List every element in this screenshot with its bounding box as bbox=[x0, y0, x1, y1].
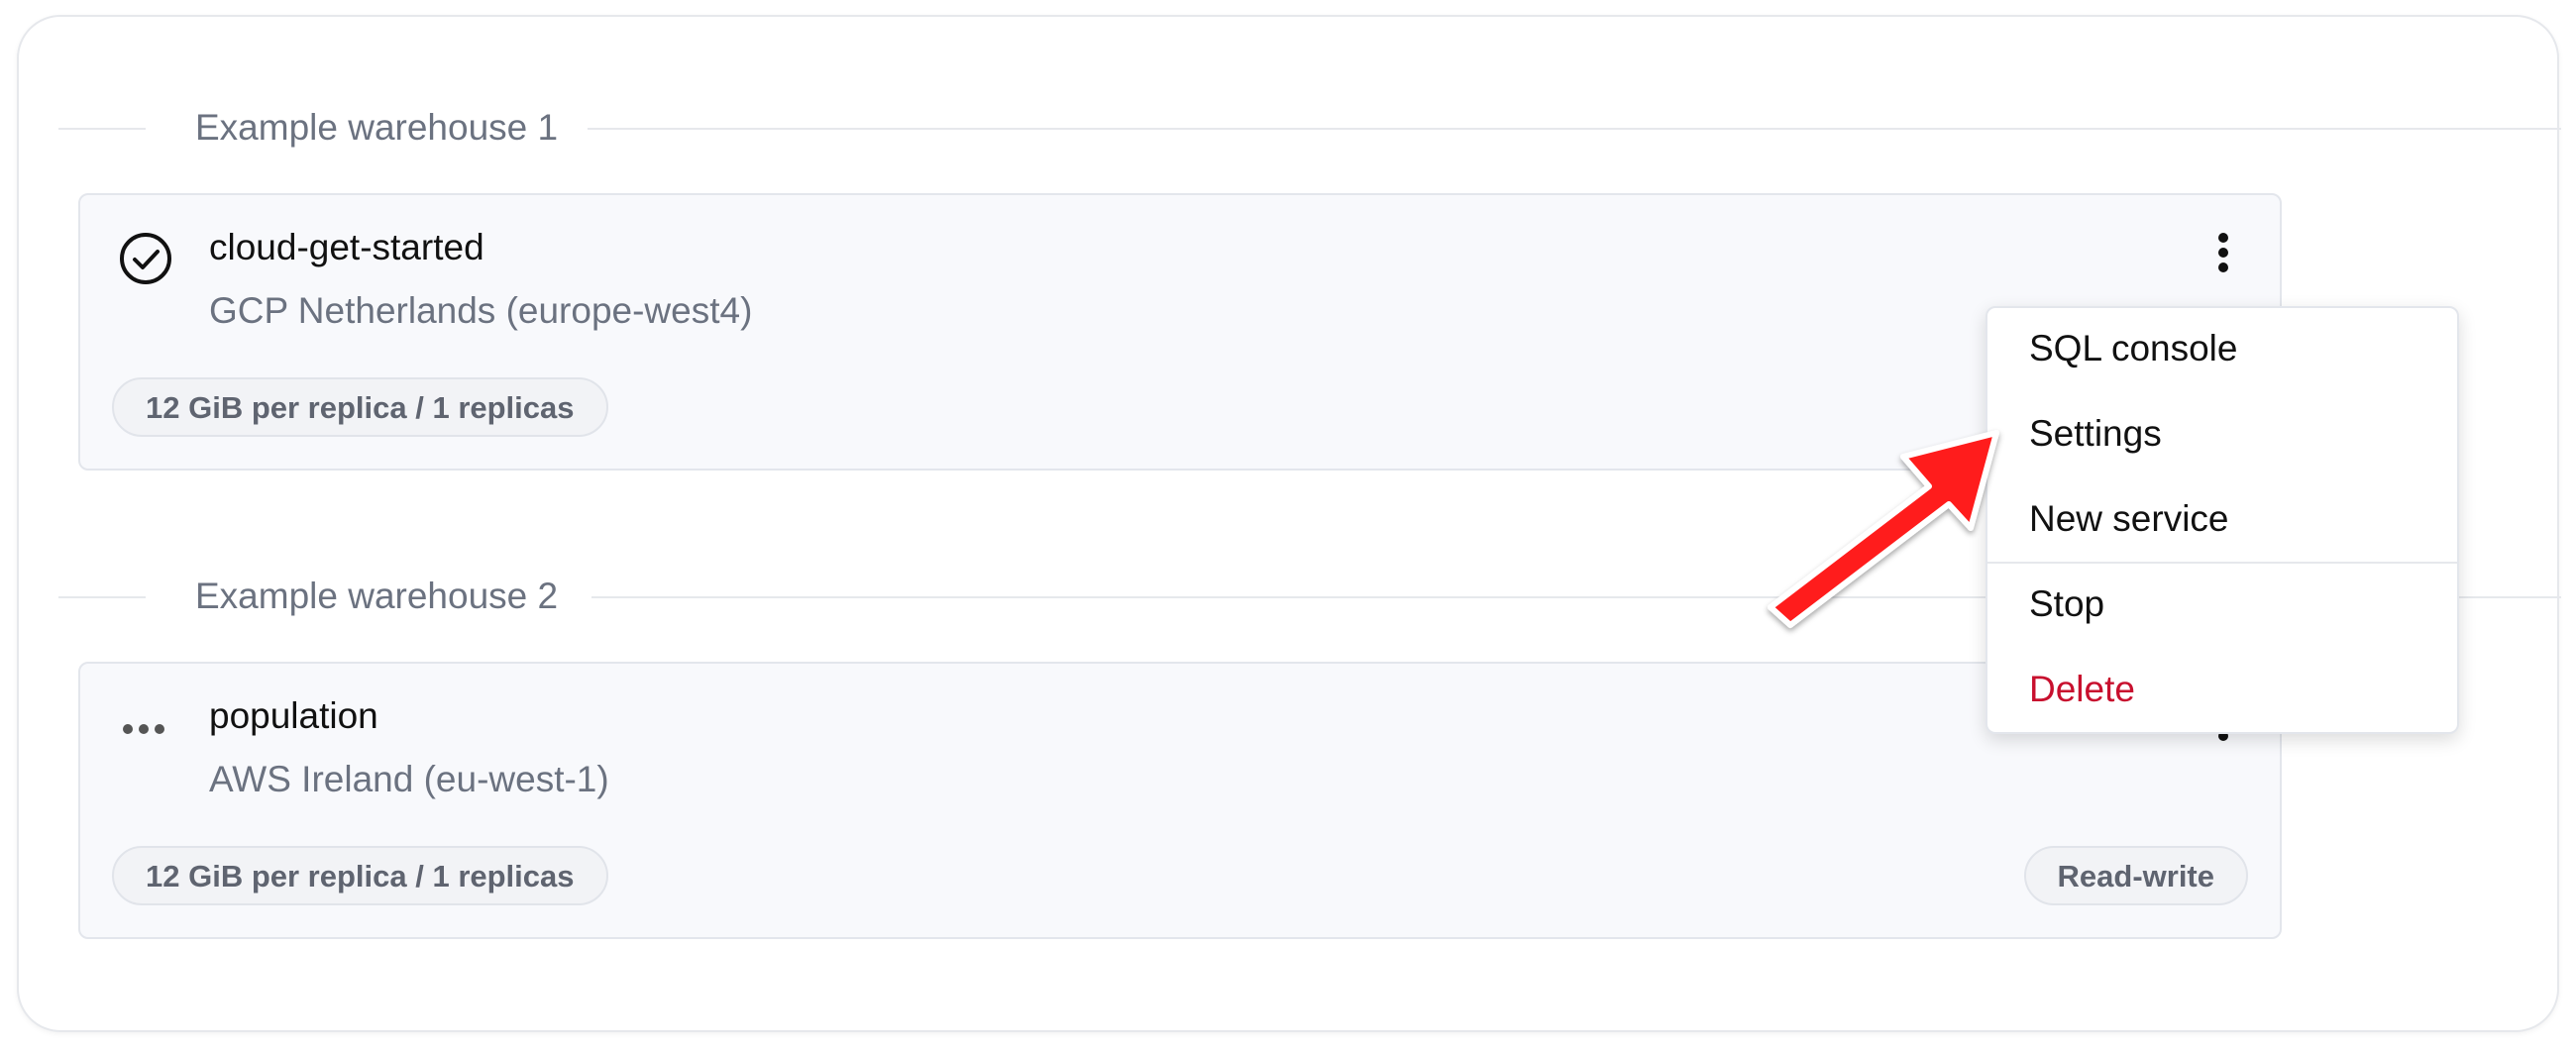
red-arrow-icon bbox=[1768, 430, 1999, 628]
menu-item-sql-console[interactable]: SQL console bbox=[2029, 328, 2237, 369]
section-header-warehouse-1: Example warehouse 1 bbox=[19, 108, 2561, 148]
service-context-menu: SQL console Settings New service Stop De… bbox=[1986, 306, 2459, 734]
services-panel: Example warehouse 1 cloud-get-started GC… bbox=[17, 15, 2561, 1032]
warehouse-title: Example warehouse 1 bbox=[195, 107, 559, 148]
more-vertical-icon[interactable] bbox=[2208, 231, 2238, 274]
menu-item-new-service[interactable]: New service bbox=[2029, 498, 2229, 540]
read-write-badge: Read-write bbox=[2023, 846, 2248, 905]
menu-divider bbox=[1987, 562, 2457, 564]
service-region: AWS Ireland (eu-west-1) bbox=[209, 759, 609, 799]
section-divider bbox=[58, 128, 146, 130]
service-name[interactable]: population bbox=[209, 695, 378, 737]
section-divider bbox=[588, 128, 2561, 130]
service-card-population[interactable]: population AWS Ireland (eu-west-1) 12 Gi… bbox=[78, 662, 2282, 939]
menu-item-settings[interactable]: Settings bbox=[2029, 413, 2162, 455]
more-horizontal-icon bbox=[123, 724, 164, 734]
menu-item-delete[interactable]: Delete bbox=[2029, 669, 2135, 710]
check-circle-icon bbox=[120, 233, 171, 284]
replica-size-chip: 12 GiB per replica / 1 replicas bbox=[112, 846, 608, 905]
service-name[interactable]: cloud-get-started bbox=[209, 227, 484, 268]
section-divider bbox=[58, 596, 146, 598]
replica-size-chip: 12 GiB per replica / 1 replicas bbox=[112, 377, 608, 437]
service-region: GCP Netherlands (europe-west4) bbox=[209, 290, 753, 331]
menu-item-stop[interactable]: Stop bbox=[2029, 583, 2104, 625]
warehouse-title: Example warehouse 2 bbox=[195, 576, 559, 616]
